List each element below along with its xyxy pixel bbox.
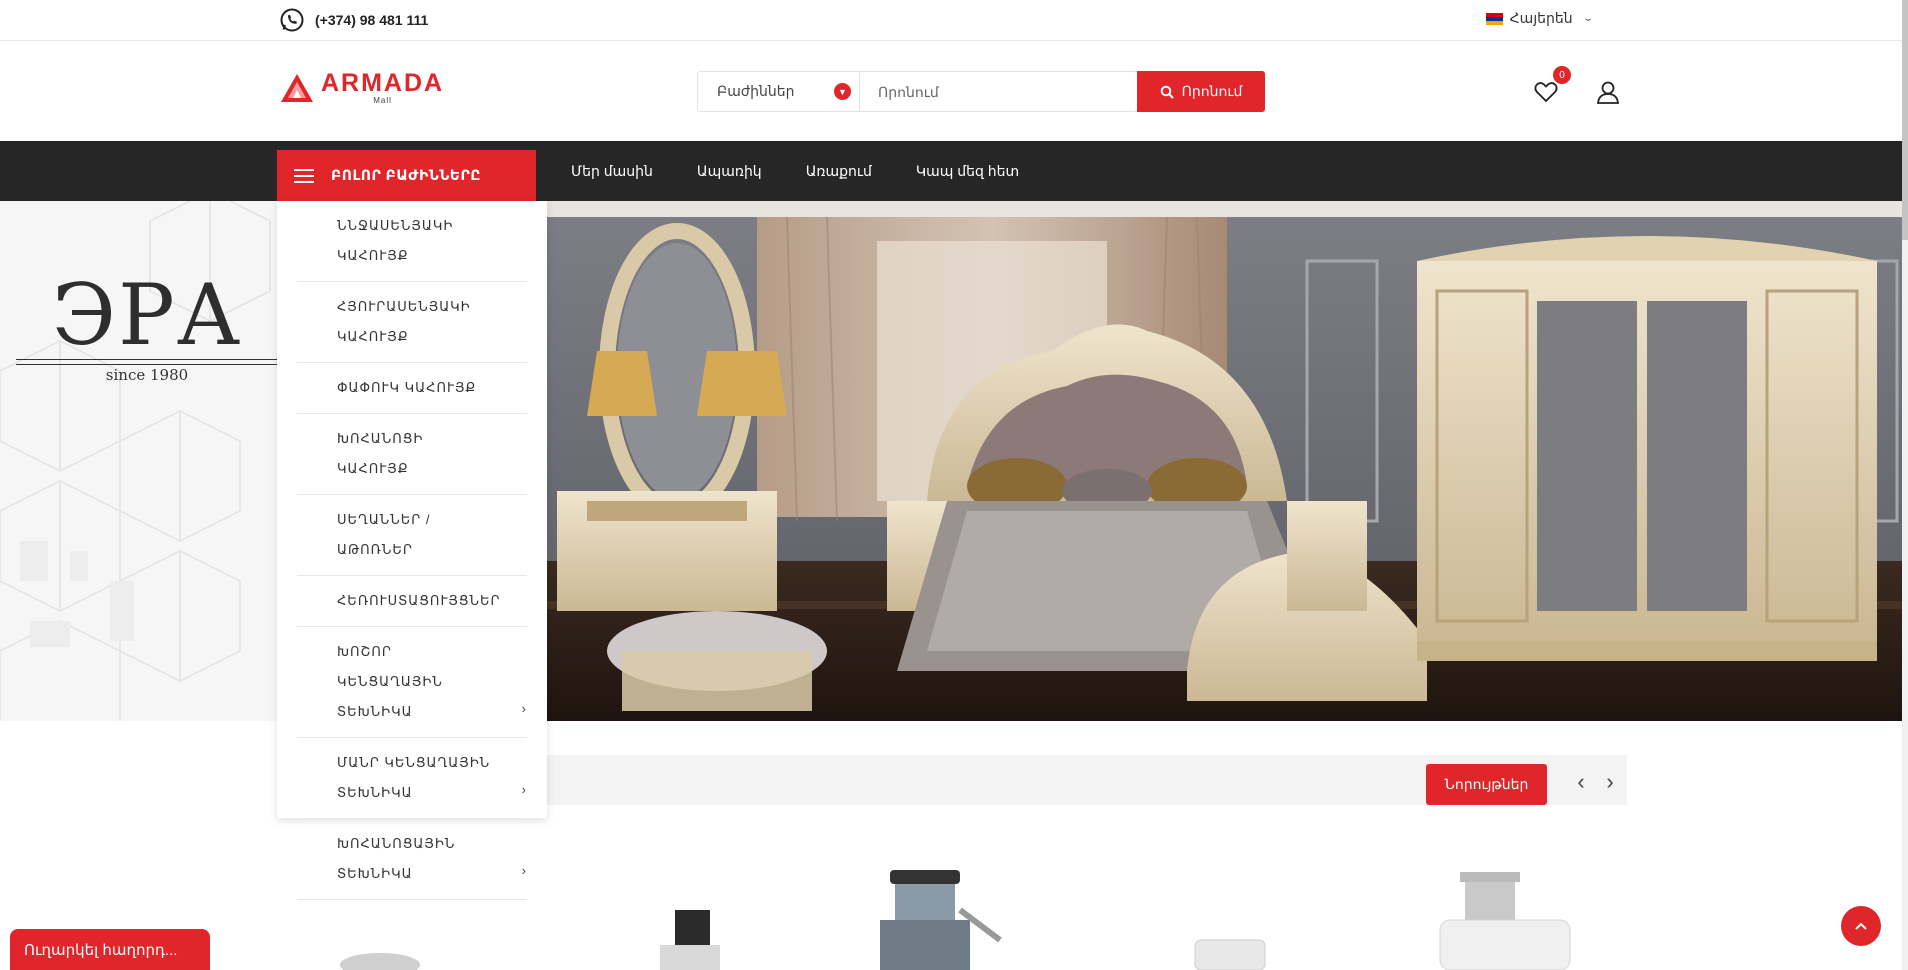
header: ARMADA Mall Բաժիններ ▼ Որոնում 0 (0, 41, 1908, 141)
era-brand-word: ЭРА (51, 266, 243, 364)
category-item-large-appliances[interactable]: ԽՈՇՈՐ ԿԵՆՑԱՂԱՅԻՆ ՏԵԽՆԻԿԱ › (297, 627, 527, 738)
product-image[interactable] (640, 900, 740, 970)
category-select[interactable]: Բաժիններ ▼ (698, 72, 860, 111)
category-item-label: ՄԱՆՐ ԿԵՆՑԱՂԱՅԻՆ ՏԵԽՆԻԿԱ (337, 755, 491, 800)
nav-link-about[interactable]: Մեր մասին (571, 163, 653, 180)
category-item-label: ԽՈՀԱՆՈՑԱՅԻՆ ՏԵԽՆԻԿԱ (337, 836, 456, 881)
logo-subtext: Mall (373, 96, 392, 105)
scroll-to-top-button[interactable] (1841, 906, 1881, 946)
language-label: Հայերեն (1509, 10, 1573, 26)
era-since-text: since 1980 (105, 366, 189, 384)
category-item-small-appliances[interactable]: ՄԱՆՐ ԿԵՆՑԱՂԱՅԻՆ ՏԵԽՆԻԿԱ › (297, 738, 527, 819)
era-brand-logo: ЭРА since 1980 (16, 273, 278, 384)
categories-dropdown: ՆՆՋԱՍԵՆՅԱԿԻ ԿԱՀՈՒՅՔ ՀՅՈՒՐԱՍԵՆՅԱԿԻ ԿԱՀՈՒՅ… (277, 201, 547, 900)
page-scrollbar[interactable] (1902, 0, 1908, 970)
product-image[interactable] (840, 870, 1010, 970)
search-icon (1160, 85, 1174, 99)
category-item-label: ԽՈՀԱՆՈՑԻ ԿԱՀՈՒՅՔ (337, 431, 424, 476)
category-item-label: ՀԵՌՈՒՍՏԱՑՈՒՅՑՆԵՐ (337, 593, 501, 608)
phone-contact[interactable]: (+374) 98 481 111 (279, 7, 428, 33)
search-bar: Բաժիններ ▼ Որոնում (697, 71, 1265, 112)
category-item-kitchen-furniture[interactable]: ԽՈՀԱՆՈՑԻ ԿԱՀՈՒՅՔ (297, 414, 527, 495)
nav-link-installment[interactable]: Ապառիկ (697, 163, 762, 180)
category-item-label: ՓԱՓՈՒԿ ԿԱՀՈՒՅՔ (337, 380, 477, 395)
category-item-soft-furniture[interactable]: ՓԱՓՈՒԿ ԿԱՀՈՒՅՔ (297, 363, 527, 414)
logo-triangle-icon (281, 74, 313, 102)
chevron-left-icon[interactable]: ‹ (1571, 770, 1591, 794)
phone-number: (+374) 98 481 111 (315, 12, 429, 28)
page: (+374) 98 481 111 Հայերեն ⌄ ARMADA Mall (0, 0, 1908, 970)
category-item-tvs[interactable]: ՀԵՌՈՒՍՏԱՑՈՒՅՑՆԵՐ (297, 576, 527, 627)
all-categories-button[interactable]: ԲՈԼՈՐ ԲԱԺԻՆՆԵՐԸ (277, 150, 536, 201)
top-bar: (+374) 98 481 111 Հայերեն ⌄ (0, 0, 1908, 41)
category-item-label: ՀՅՈՒՐԱՍԵՆՅԱԿԻ ԿԱՀՈՒՅՔ (337, 299, 471, 344)
category-item-label: ԽՈՇՈՐ ԿԵՆՑԱՂԱՅԻՆ ՏԵԽՆԻԿԱ (337, 644, 443, 719)
category-item-label: ՍԵՂԱՆՆԵՐ / ԱԹՈՌՆԵՐ (337, 512, 431, 557)
product-image[interactable] (1180, 930, 1280, 970)
chevron-down-icon: ⌄ (1582, 13, 1594, 24)
logo-text: ARMADA (321, 69, 445, 97)
chevron-down-icon: ▼ (834, 83, 851, 100)
chevron-right-icon: › (521, 782, 527, 797)
main-navbar: ԲՈԼՈՐ ԲԱԺԻՆՆԵՐԸ Մեր մասին Ապառիկ Առաքում… (0, 141, 1908, 201)
bedroom-furniture-image (547, 201, 1908, 721)
heart-icon[interactable] (1533, 79, 1559, 105)
all-categories-label: ԲՈԼՈՐ ԲԱԺԻՆՆԵՐԸ (331, 167, 481, 183)
hamburger-icon (294, 168, 314, 183)
chevron-right-icon[interactable]: › (1600, 770, 1620, 794)
search-button-label: Որոնում (1181, 83, 1243, 99)
armenia-flag-icon (1485, 12, 1503, 25)
wishlist-count-badge: 0 (1553, 66, 1571, 84)
nav-link-delivery[interactable]: Առաքում (806, 163, 872, 180)
chevron-right-icon: › (521, 863, 527, 878)
category-item-label: ՆՆՋԱՍԵՆՅԱԿԻ ԿԱՀՈՒՅՔ (337, 218, 454, 263)
search-button[interactable]: Որոնում (1137, 71, 1265, 112)
armada-logo[interactable]: ARMADA Mall (279, 71, 444, 105)
product-image[interactable] (1420, 870, 1590, 970)
tab-new-arrivals[interactable]: Նորույթներ (1426, 764, 1547, 805)
nav-links: Մեր մասին Ապառիկ Առաքում Կապ մեզ հետ (571, 141, 1019, 201)
category-select-label: Բաժիններ (717, 83, 795, 99)
language-selector[interactable]: Հայերեն ⌄ (1485, 10, 1594, 27)
chevron-right-icon: › (521, 701, 527, 716)
category-item-living-room-furniture[interactable]: ՀՅՈՒՐԱՍԵՆՅԱԿԻ ԿԱՀՈՒՅՔ (297, 282, 527, 363)
scrollbar-thumb[interactable] (1902, 0, 1908, 240)
nav-link-contact[interactable]: Կապ մեզ հետ (916, 163, 1019, 180)
category-item-tables-chairs[interactable]: ՍԵՂԱՆՆԵՐ / ԱԹՈՌՆԵՐ (297, 495, 527, 576)
chat-widget-label: Ուղարկել հաղորդ... (24, 941, 178, 959)
category-item-bedroom-furniture[interactable]: ՆՆՋԱՍԵՆՅԱԿԻ ԿԱՀՈՒՅՔ (297, 201, 527, 282)
chevron-up-icon (1855, 922, 1867, 930)
user-icon[interactable] (1595, 79, 1621, 105)
product-image[interactable] (330, 940, 430, 970)
search-input[interactable] (860, 72, 1137, 111)
category-item-kitchen-appliances[interactable]: ԽՈՀԱՆՈՑԱՅԻՆ ՏԵԽՆԻԿԱ › (297, 819, 527, 900)
chat-widget-button[interactable]: Ուղարկել հաղորդ... (10, 929, 210, 970)
whatsapp-icon (280, 8, 304, 32)
